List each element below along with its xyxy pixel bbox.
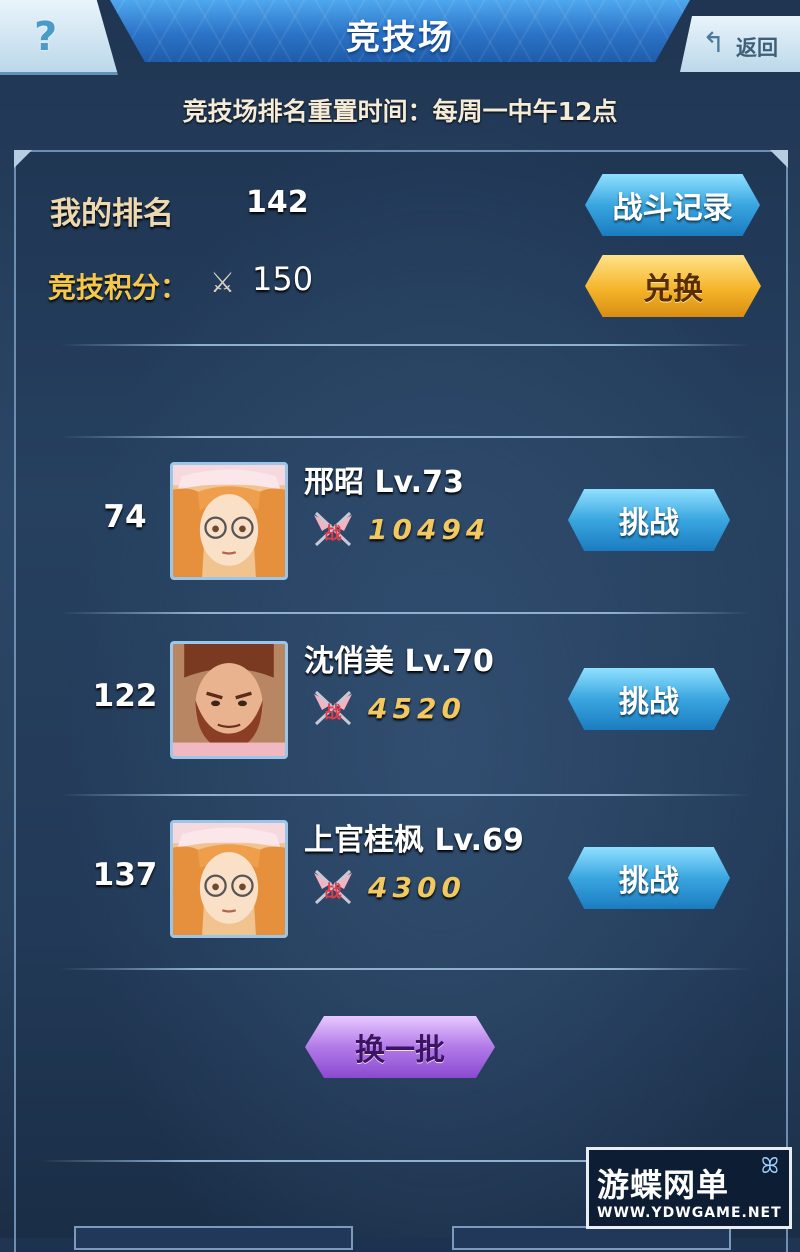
crossed-swords-icon: ⚔ — [210, 266, 236, 299]
opponent-avatar — [170, 641, 288, 759]
arena-points-label: 竞技积分： — [48, 271, 189, 304]
arena-points-value: 150 — [252, 260, 314, 298]
bottom-tab[interactable] — [452, 1226, 731, 1250]
challenge-button[interactable]: 挑战 — [568, 847, 730, 909]
opponent-row: 137 上官桂枫 Lv.69 战 4300 挑战 — [60, 805, 740, 975]
challenge-button[interactable]: 挑战 — [568, 489, 730, 551]
watermark-logo: 游蝶网单 ꕤ WWW.YDWGAME.NET — [586, 1147, 792, 1229]
svg-text:战: 战 — [325, 524, 342, 544]
back-button[interactable]: ↰ 返回 — [680, 16, 800, 72]
opponent-name: 邢昭 Lv.73 — [304, 465, 464, 500]
back-label: 返回 — [736, 36, 778, 60]
combat-power-value: 10494 — [368, 513, 491, 546]
opponent-name: 上官桂枫 Lv.69 — [304, 823, 524, 858]
svg-text:战: 战 — [325, 703, 342, 723]
divider — [60, 436, 750, 438]
combat-power-icon: 战 — [314, 690, 352, 726]
watermark-url: WWW.YDWGAME.NET — [597, 1205, 782, 1221]
panel-corner-ornament — [14, 150, 32, 168]
opponent-row: 74 邢昭 Lv.73 战 10494 挑战 — [60, 447, 740, 617]
glasses-girl-portrait — [173, 823, 285, 935]
combat-power-icon: 战 — [314, 869, 352, 905]
butterfly-icon: ꕤ — [760, 1154, 779, 1179]
opponent-name: 沈俏美 Lv.70 — [304, 644, 494, 679]
bottom-tab[interactable] — [74, 1226, 353, 1250]
refresh-opponents-button[interactable]: 换一批 — [305, 1016, 495, 1078]
page-title: 竞技场 — [346, 18, 454, 58]
exchange-button[interactable]: 兑换 — [585, 255, 761, 317]
divider — [60, 344, 750, 346]
glasses-girl-portrait — [173, 465, 285, 577]
combat-power-value: 4300 — [368, 871, 466, 904]
combat-power-value: 4520 — [368, 692, 466, 725]
battle-log-button[interactable]: 战斗记录 — [585, 174, 760, 236]
combat-power-icon: 战 — [314, 511, 352, 547]
opponent-row: 122 沈俏美 Lv.70 战 4520 挑战 — [60, 626, 740, 796]
title-bar: 竞技场 — [110, 0, 690, 62]
panel-corner-ornament — [770, 150, 788, 168]
challenge-button[interactable]: 挑战 — [568, 668, 730, 730]
opponent-avatar — [170, 462, 288, 580]
divider — [60, 612, 750, 614]
svg-text:战: 战 — [325, 882, 342, 902]
back-arrow-icon: ↰ — [702, 26, 726, 59]
help-icon: ? — [34, 14, 58, 60]
divider — [60, 794, 750, 796]
watermark-title: 游蝶网单 — [597, 1166, 730, 1204]
opponent-avatar — [170, 820, 288, 938]
bearded-man-portrait — [173, 644, 285, 756]
my-rank-label: 我的排名 — [50, 196, 174, 232]
reset-time-info: 竞技场排名重置时间：每周一中午12点 — [182, 97, 618, 126]
help-button[interactable]: ? — [0, 0, 118, 75]
divider — [60, 968, 750, 970]
my-rank-value: 142 — [246, 185, 309, 220]
